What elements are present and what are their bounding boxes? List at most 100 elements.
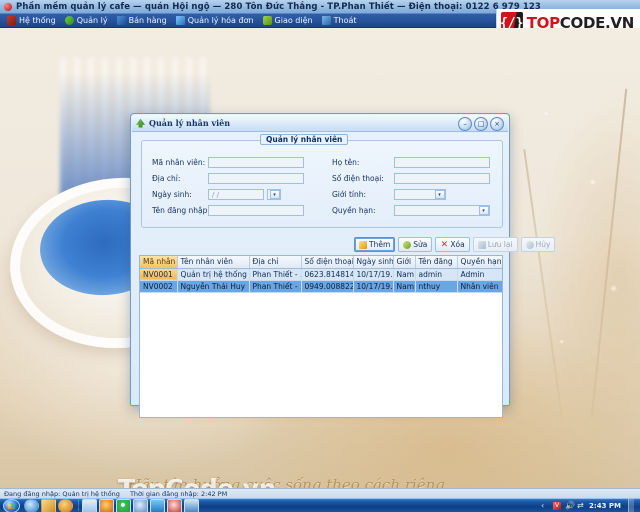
management-icon: [64, 16, 74, 25]
edit-button[interactable]: Sửa: [398, 237, 433, 252]
cell-ten-nhan-vien[interactable]: Quản trị hệ thống: [177, 268, 250, 281]
windows-flag-icon: [8, 502, 15, 509]
cell-ma-nhan[interactable]: NV0001: [140, 268, 178, 281]
edit-button-label: Sửa: [413, 240, 428, 249]
menu-item-quan-ly[interactable]: Quản lý: [62, 14, 114, 27]
menu-label: Quản lý: [76, 16, 108, 25]
cell-so-dien-thoai[interactable]: 0949.008822: [301, 280, 354, 293]
field-row-so-dien-thoai: Số điện thoại:: [332, 173, 490, 184]
ngay-sinh-spinner[interactable]: ▾: [267, 189, 281, 200]
delete-icon: ✕: [440, 239, 449, 250]
label-quyen-han: Quyền hạn:: [332, 206, 376, 215]
ie-icon[interactable]: [24, 498, 39, 512]
col-quyen-han[interactable]: Quyền hạn: [457, 256, 502, 269]
col-ma-nhan[interactable]: Mã nhân: [140, 256, 178, 269]
child-window-titlebar[interactable]: Quản lý nhân viên – □ ×: [132, 115, 508, 132]
cancel-button-label: Hủy: [535, 240, 551, 249]
cell-gioi[interactable]: Nam: [393, 280, 416, 293]
folder-window-icon[interactable]: [184, 498, 199, 512]
sales-icon: [116, 16, 126, 25]
application-root: Phần mềm quản lý cafe — quán Hội ngộ — 2…: [0, 0, 640, 512]
form-action-toolbar: Thêm Sửa ✕ Xóa Lưu lại Hủy: [354, 237, 556, 252]
maximize-button[interactable]: □: [474, 117, 488, 131]
taskbar-clock[interactable]: 2:43 PM: [589, 502, 621, 510]
volume-icon[interactable]: 🔊: [565, 501, 575, 510]
date-value: / /: [212, 190, 219, 199]
cell-ten-nhan-vien[interactable]: Nguyễn Thái Huy: [177, 280, 250, 293]
input-ngay-sinh[interactable]: / /: [208, 189, 264, 200]
undo-icon: [525, 240, 534, 249]
child-window-body: Quản lý nhân viên Mã nhân viên: Địa chỉ:…: [132, 133, 556, 418]
input-so-dien-thoai[interactable]: [394, 173, 490, 184]
explorer-icon[interactable]: [41, 498, 56, 512]
add-button[interactable]: Thêm: [354, 237, 396, 252]
menu-item-quan-ly-hoa-don[interactable]: Quản lý hóa đơn: [173, 14, 260, 27]
employee-management-window: Quản lý nhân viên – □ × Quản lý nhân viê…: [130, 113, 556, 418]
cell-ngay-sinh[interactable]: 10/17/19...: [353, 280, 394, 293]
cell-gioi[interactable]: Nam: [393, 268, 416, 281]
media-player-icon[interactable]: [58, 498, 73, 512]
input-dia-chi[interactable]: [208, 173, 304, 184]
floppy-save-icon[interactable]: [82, 498, 97, 512]
col-dia-chi[interactable]: Địa chỉ: [249, 256, 302, 269]
close-button[interactable]: ×: [490, 117, 504, 131]
col-ngay-sinh[interactable]: Ngày sinh: [353, 256, 394, 269]
firefox-icon[interactable]: [99, 498, 114, 512]
employee-data-grid[interactable]: Mã nhân Tên nhân viên Địa chỉ Số điện th…: [139, 255, 503, 418]
select-gioi-tinh[interactable]: ▾: [394, 189, 446, 200]
select-quyen-han[interactable]: ▾: [394, 205, 490, 216]
label-ma-nhan-vien: Mã nhân viên:: [152, 158, 206, 167]
cell-quyen-han[interactable]: Admin: [457, 268, 502, 281]
employee-table: Mã nhân Tên nhân viên Địa chỉ Số điện th…: [140, 256, 502, 293]
field-row-ngay-sinh: Ngày sinh: / / ▾: [152, 189, 281, 200]
application-statusbar: Đang đăng nhập: Quản trị hệ thống Thời g…: [0, 488, 640, 498]
label-ho-ten: Họ tên:: [332, 158, 360, 167]
menu-label: Hệ thống: [19, 16, 56, 25]
menu-item-ban-hang[interactable]: Bán hàng: [114, 14, 173, 27]
skype-icon[interactable]: [150, 498, 165, 512]
status-account: Đang đăng nhập: Quản trị hệ thống: [4, 489, 120, 498]
network-icon[interactable]: ⇄: [577, 501, 585, 510]
field-row-ten-dang-nhap: Tên đăng nhập:: [152, 205, 304, 216]
table-row[interactable]: NV0002 Nguyễn Thái Huy Phan Thiết - ... …: [140, 280, 502, 293]
system-tray: ‹ V 🔊 ⇄ 2:43 PM: [541, 498, 637, 512]
cell-ten-dang[interactable]: admin: [415, 268, 458, 281]
start-orb-icon[interactable]: [3, 498, 20, 512]
show-desktop-button[interactable]: [628, 498, 634, 512]
cell-ma-nhan[interactable]: NV0002: [140, 280, 178, 293]
menu-label: Giao diện: [274, 16, 313, 25]
label-so-dien-thoai: Số điện thoại:: [332, 174, 384, 183]
table-row[interactable]: NV0001 Quản trị hệ thống Phan Thiết - ..…: [140, 268, 502, 281]
cell-ten-dang[interactable]: nthuy: [415, 280, 458, 293]
search-icon[interactable]: [133, 498, 148, 512]
chrome-icon[interactable]: [116, 498, 131, 512]
cell-dia-chi[interactable]: Phan Thiết - ...: [249, 268, 302, 281]
tray-chevron-icon[interactable]: ‹: [541, 501, 549, 510]
cell-ngay-sinh[interactable]: 10/17/19...: [353, 268, 394, 281]
system-icon: [7, 16, 16, 25]
input-ho-ten[interactable]: [394, 157, 490, 168]
cell-so-dien-thoai[interactable]: 0623.814814: [301, 268, 354, 281]
cancel-button[interactable]: Hủy: [520, 237, 556, 252]
delete-button[interactable]: ✕ Xóa: [435, 237, 470, 252]
minimize-button[interactable]: –: [458, 117, 472, 131]
menu-item-he-thong[interactable]: Hệ thống: [4, 14, 62, 27]
field-row-ma-nhan-vien: Mã nhân viên:: [152, 157, 304, 168]
save-button[interactable]: Lưu lại: [472, 237, 518, 252]
col-gioi[interactable]: Giới: [393, 256, 416, 269]
col-ten-dang[interactable]: Tên đăng: [415, 256, 458, 269]
groupbox-legend: Quản lý nhân viên: [260, 134, 349, 145]
add-icon: [359, 240, 367, 249]
antivirus-icon[interactable]: V: [553, 501, 562, 510]
label-dia-chi: Địa chỉ:: [152, 174, 181, 183]
menu-item-giao-dien[interactable]: Giao diện: [260, 14, 319, 27]
cell-quyen-han[interactable]: Nhân viên: [457, 280, 502, 293]
input-ten-dang-nhap[interactable]: [208, 205, 304, 216]
menu-item-thoat[interactable]: Thoát: [319, 14, 363, 27]
input-ma-nhan-vien[interactable]: [208, 157, 304, 168]
col-ten-nhan-vien[interactable]: Tên nhân viên: [177, 256, 250, 269]
col-so-dien-thoai[interactable]: Số điện thoại: [301, 256, 354, 269]
edit-icon: [403, 240, 412, 249]
cell-dia-chi[interactable]: Phan Thiết - ...: [249, 280, 302, 293]
coffee-app-icon[interactable]: [167, 498, 182, 512]
